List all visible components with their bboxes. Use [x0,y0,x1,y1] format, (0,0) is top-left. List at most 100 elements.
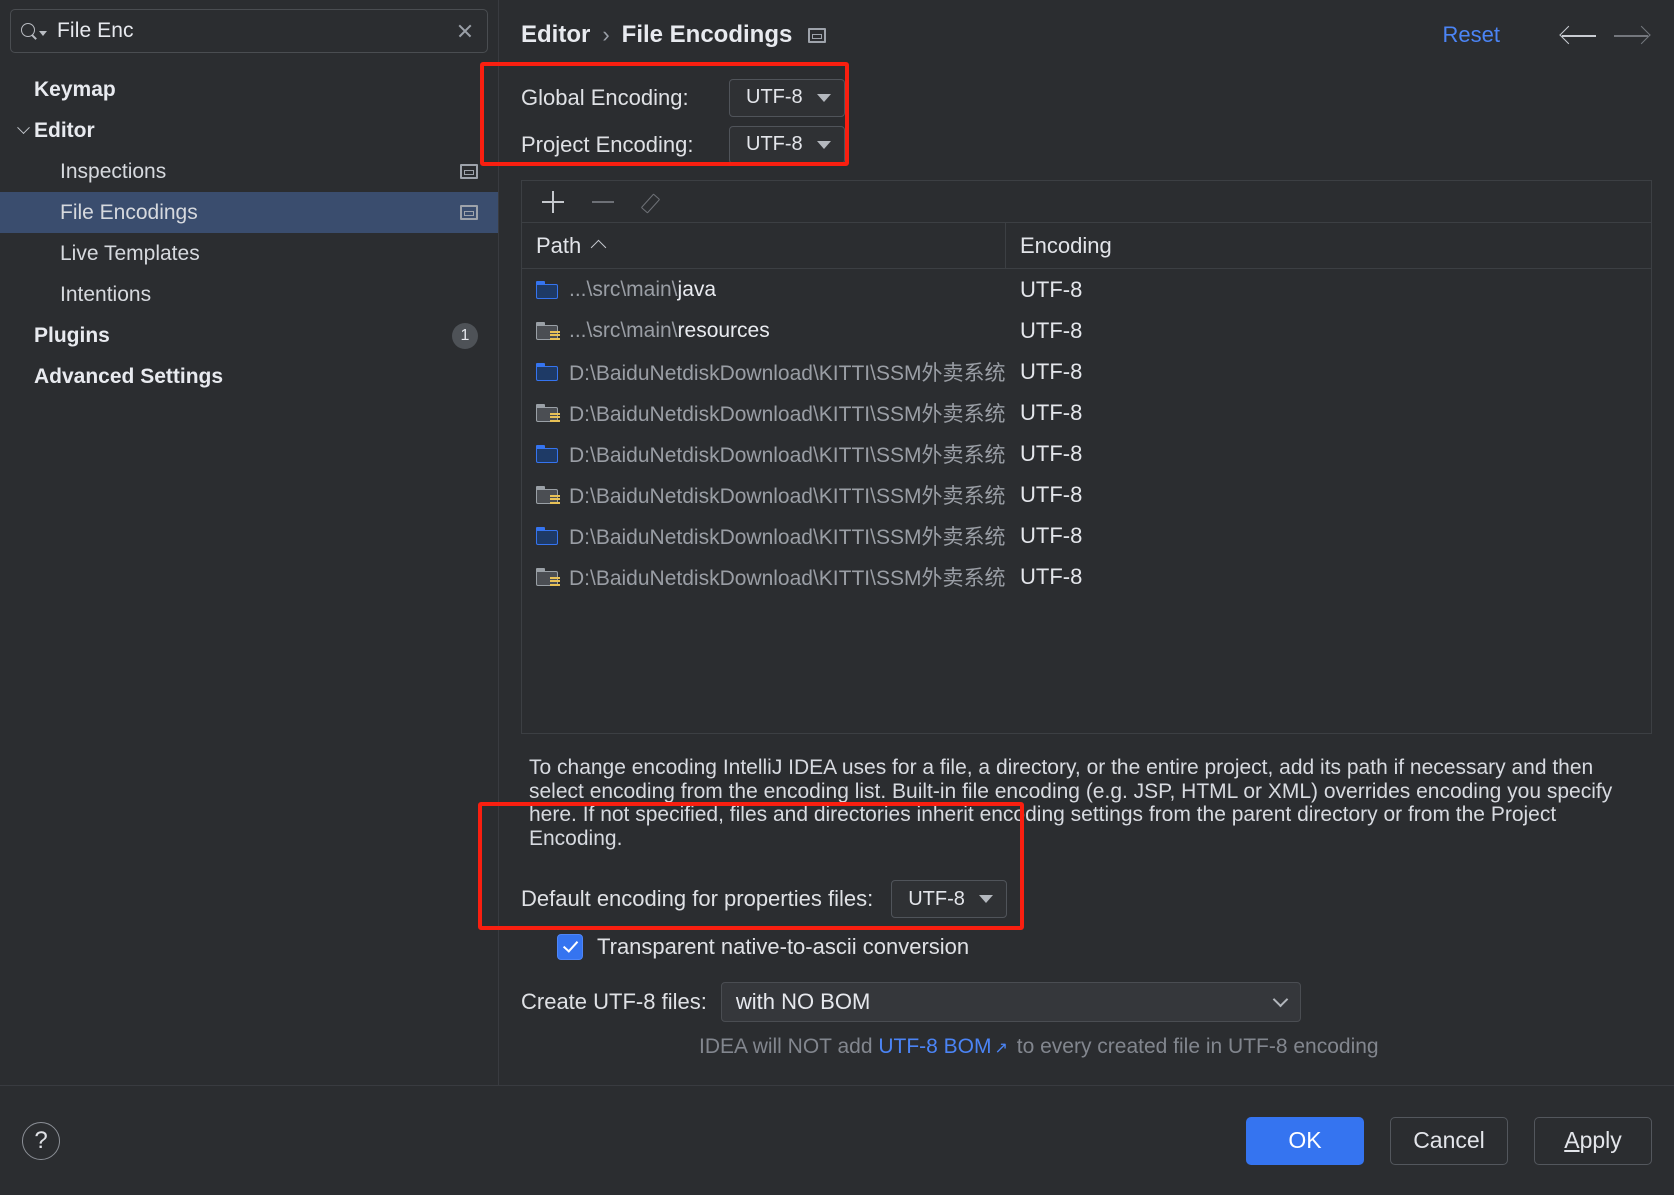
global-encoding-dropdown[interactable]: UTF-8 [729,78,845,117]
default-properties-encoding-dropdown[interactable]: UTF-8 [891,880,1007,919]
breadcrumb-parent[interactable]: Editor [521,21,590,49]
search-input[interactable]: File Enc [57,19,445,43]
create-utf8-label: Create UTF-8 files: [521,989,707,1015]
edit-path-button[interactable] [634,186,672,218]
transparent-conversion-row[interactable]: Transparent native-to-ascii conversion [557,934,1674,961]
dialog-body: File Enc Keymap Editor Inspections File Enc… [0,0,1674,1085]
apply-rest: pply [1579,1127,1622,1153]
bom-hint-suffix: to every created file in UTF-8 encoding [1010,1035,1379,1059]
cancel-button[interactable]: Cancel [1390,1116,1508,1165]
cell-encoding[interactable]: UTF-8 [1006,318,1651,344]
sidebar-item-advanced-settings[interactable]: Advanced Settings [0,356,498,397]
cell-path: D:\BaiduNetdiskDownload\KITTI\SSM外卖系统 [522,398,1006,428]
path-text: D:\BaiduNetdiskDownload\KITTI\SSM外卖系统 [569,525,1006,549]
cell-encoding[interactable]: UTF-8 [1006,359,1651,385]
bom-hint: IDEA will NOT add UTF-8 BOM ↗ to every cr… [699,1035,1674,1059]
table-row[interactable]: D:\BaiduNetdiskDownload\KITTI\SSM外卖系统 UTF… [522,392,1651,433]
apply-button[interactable]: Apply [1534,1116,1652,1165]
cell-path: ...\src\main\resources [522,319,1006,343]
path-text: D:\BaiduNetdiskDownload\KITTI\SSM外卖系统 [569,566,1006,590]
window-scope-icon [460,164,478,179]
external-link-icon: ↗ [994,1040,1008,1058]
remove-path-button[interactable] [584,186,622,218]
table-header: Path Encoding [522,223,1651,269]
cell-path: D:\BaiduNetdiskDownload\KITTI\SSM外卖系统 [522,562,1006,592]
encoding-settings-group: Global Encoding: UTF-8 Project Encoding:… [499,70,1674,168]
chevron-down-icon [816,93,831,102]
clear-search-icon[interactable] [455,21,475,41]
cell-path: D:\BaiduNetdiskDownload\KITTI\SSM外卖系统 [522,439,1006,469]
table-row[interactable]: D:\BaiduNetdiskDownload\KITTI\SSM外卖系统 UTF… [522,433,1651,474]
column-header-path[interactable]: Path [522,223,1006,268]
table-row[interactable]: ...\src\main\java UTF-8 [522,269,1651,310]
sidebar-item-label: Plugins [34,323,110,347]
project-encoding-dropdown[interactable]: UTF-8 [729,125,845,164]
help-button[interactable]: ? [22,1121,60,1160]
chevron-down-icon[interactable] [12,121,34,135]
sidebar-item-label: File Encodings [60,200,198,224]
page-title: File Encodings [621,21,793,48]
bom-hint-prefix: IDEA will NOT add [699,1035,879,1059]
path-text: D:\BaiduNetdiskDownload\KITTI\SSM外卖系统 [569,402,1006,426]
plus-icon [542,190,564,213]
ok-button[interactable]: OK [1246,1116,1364,1165]
add-path-button[interactable] [534,186,572,218]
create-utf8-dropdown[interactable]: with NO BOM [720,982,1301,1023]
utf8-bom-link[interactable]: UTF-8 BOM [878,1035,991,1058]
table-row[interactable]: D:\BaiduNetdiskDownload\KITTI\SSM外卖系统 UTF… [522,515,1651,556]
sidebar-item-label: Live Templates [60,241,200,265]
forward-arrow-icon[interactable] [1610,20,1652,50]
sidebar-item-file-encodings[interactable]: File Encodings [0,192,498,233]
project-encoding-value: UTF-8 [746,133,803,155]
sidebar-item-editor[interactable]: Editor [0,110,498,151]
pencil-icon [642,191,664,213]
encodings-table: Path Encoding ...\src\main\java UTF-8 ...\… [521,222,1652,734]
reset-button[interactable]: Reset [1443,22,1500,48]
sidebar-item-label: Intentions [60,282,152,306]
table-row[interactable]: D:\BaiduNetdiskDownload\KITTI\SSM外卖系统 UTF… [522,556,1651,597]
create-utf8-files-row: Create UTF-8 files: with NO BOM [521,982,1674,1023]
sidebar-item-plugins[interactable]: Plugins 1 [0,315,498,356]
plugin-update-badge: 1 [452,322,478,349]
global-encoding-value: UTF-8 [746,86,803,108]
path-text: D:\BaiduNetdiskDownload\KITTI\SSM外卖系统 [569,484,1006,508]
sidebar-item-intentions[interactable]: Intentions [0,274,498,315]
settings-main-panel: Editor › File Encodings Reset Global Enc… [499,0,1674,1085]
path-text: ...\src\main\resources [569,318,770,342]
column-header-encoding-label: Encoding [1020,232,1112,258]
cell-encoding[interactable]: UTF-8 [1006,441,1651,467]
table-row[interactable]: D:\BaiduNetdiskDownload\KITTI\SSM外卖系统 UTF… [522,474,1651,515]
cell-encoding[interactable]: UTF-8 [1006,400,1651,426]
transparent-conversion-checkbox[interactable] [557,934,583,961]
folder-icon [536,526,558,545]
create-utf8-value: with NO BOM [735,989,871,1015]
folder-resources-icon [536,567,560,586]
default-encoding-value: UTF-8 [908,887,965,910]
window-scope-icon[interactable] [808,27,827,43]
cell-path: ...\src\main\java [522,278,1006,302]
cell-encoding[interactable]: UTF-8 [1006,277,1651,303]
default-properties-encoding-row: Default encoding for properties files: U… [521,876,1674,922]
search-box[interactable]: File Enc [10,9,488,53]
path-text: D:\BaiduNetdiskDownload\KITTI\SSM外卖系统 [569,361,1006,385]
properties-encoding-section: Default encoding for properties files: U… [499,876,1674,961]
sidebar-item-live-templates[interactable]: Live Templates [0,233,498,274]
column-header-encoding[interactable]: Encoding [1006,223,1651,268]
sidebar-item-label: Advanced Settings [34,364,224,388]
table-body: ...\src\main\java UTF-8 ...\src\main\resou… [522,269,1651,733]
table-row[interactable]: D:\BaiduNetdiskDownload\KITTI\SSM外卖系统 UTF… [522,351,1651,392]
folder-resources-icon [536,485,560,504]
table-row[interactable]: ...\src\main\resources UTF-8 [522,310,1651,351]
sidebar-item-keymap[interactable]: Keymap [0,69,498,110]
folder-resources-icon [536,403,560,422]
chevron-down-icon [978,895,993,904]
default-encoding-label: Default encoding for properties files: [521,886,874,912]
dialog-footer: ? OK Cancel Apply [0,1085,1674,1195]
badge-count: 1 [452,322,478,349]
settings-dialog: File Enc Keymap Editor Inspections File Enc… [0,0,1674,1195]
sidebar-item-inspections[interactable]: Inspections [0,151,498,192]
back-arrow-icon[interactable] [1558,20,1600,50]
cell-encoding[interactable]: UTF-8 [1006,564,1651,590]
cell-encoding[interactable]: UTF-8 [1006,482,1651,508]
cell-encoding[interactable]: UTF-8 [1006,523,1651,549]
